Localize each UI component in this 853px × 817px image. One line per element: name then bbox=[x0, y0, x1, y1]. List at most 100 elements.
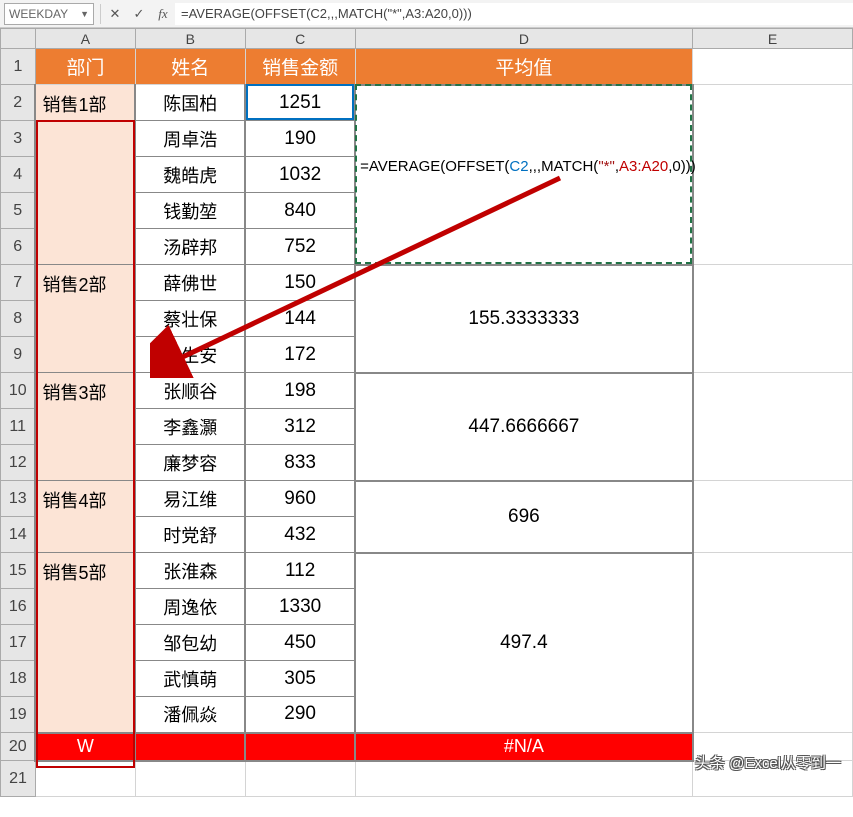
cell-E13[interactable] bbox=[693, 481, 853, 553]
cell-D7[interactable]: 155.3333333 bbox=[355, 265, 693, 373]
col-header-C[interactable]: C bbox=[245, 29, 355, 49]
cell-C2[interactable]: 1251 bbox=[245, 85, 355, 121]
cell-A8[interactable] bbox=[35, 301, 135, 337]
cell-E1[interactable] bbox=[693, 49, 853, 85]
cell-A3[interactable] bbox=[35, 121, 135, 157]
col-header-E[interactable]: E bbox=[693, 29, 853, 49]
cell-B1[interactable]: 姓名 bbox=[135, 49, 245, 85]
cell-B21[interactable] bbox=[135, 761, 245, 797]
cell-C7[interactable]: 150 bbox=[245, 265, 355, 301]
cell-E7[interactable] bbox=[693, 265, 853, 373]
cell-C6[interactable]: 752 bbox=[245, 229, 355, 265]
cell-C3[interactable]: 190 bbox=[245, 121, 355, 157]
cell-A7[interactable]: 销售2部 bbox=[35, 265, 135, 301]
row-header-7[interactable]: 7 bbox=[1, 265, 36, 301]
cell-A5[interactable] bbox=[35, 193, 135, 229]
select-all-corner[interactable] bbox=[1, 29, 36, 49]
row-header-13[interactable]: 13 bbox=[1, 481, 36, 517]
cell-A2[interactable]: 销售1部 bbox=[35, 85, 135, 121]
cell-A12[interactable] bbox=[35, 445, 135, 481]
cell-B17[interactable]: 邹包幼 bbox=[135, 625, 245, 661]
cell-A1[interactable]: 部门 bbox=[35, 49, 135, 85]
row-header-18[interactable]: 18 bbox=[1, 661, 36, 697]
cell-B11[interactable]: 李鑫灝 bbox=[135, 409, 245, 445]
cell-B13[interactable]: 易江维 bbox=[135, 481, 245, 517]
cell-B3[interactable]: 周卓浩 bbox=[135, 121, 245, 157]
cell-D15[interactable]: 497.4 bbox=[355, 553, 693, 733]
row-header-14[interactable]: 14 bbox=[1, 517, 36, 553]
cell-D20[interactable]: #N/A bbox=[355, 733, 693, 761]
col-header-A[interactable]: A bbox=[35, 29, 135, 49]
cell-C10[interactable]: 198 bbox=[245, 373, 355, 409]
cell-A18[interactable] bbox=[35, 661, 135, 697]
row-header-21[interactable]: 21 bbox=[1, 761, 36, 797]
cell-A17[interactable] bbox=[35, 625, 135, 661]
cell-B8[interactable]: 蔡壮保 bbox=[135, 301, 245, 337]
cell-A15[interactable]: 销售5部 bbox=[35, 553, 135, 589]
cell-D2[interactable]: =AVERAGE(OFFSET(C2,,,MATCH("*",A3:A20,0)… bbox=[355, 85, 693, 265]
cell-B4[interactable]: 魏皓虎 bbox=[135, 157, 245, 193]
cell-A19[interactable] bbox=[35, 697, 135, 733]
cell-B5[interactable]: 钱勤堃 bbox=[135, 193, 245, 229]
row-header-6[interactable]: 6 bbox=[1, 229, 36, 265]
cell-C19[interactable]: 290 bbox=[245, 697, 355, 733]
cell-C20[interactable] bbox=[245, 733, 355, 761]
cell-B19[interactable]: 潘佩焱 bbox=[135, 697, 245, 733]
cell-C1[interactable]: 销售金额 bbox=[245, 49, 355, 85]
formula-input[interactable]: =AVERAGE(OFFSET(C2,,,MATCH("*",A3:A20,0)… bbox=[175, 3, 853, 25]
row-header-5[interactable]: 5 bbox=[1, 193, 36, 229]
cell-E2[interactable] bbox=[693, 85, 853, 265]
cell-A10[interactable]: 销售3部 bbox=[35, 373, 135, 409]
cell-C5[interactable]: 840 bbox=[245, 193, 355, 229]
row-header-10[interactable]: 10 bbox=[1, 373, 36, 409]
row-header-9[interactable]: 9 bbox=[1, 337, 36, 373]
fx-button[interactable]: fx bbox=[151, 3, 175, 25]
cell-B7[interactable]: 薛佛世 bbox=[135, 265, 245, 301]
row-header-15[interactable]: 15 bbox=[1, 553, 36, 589]
cell-C4[interactable]: 1032 bbox=[245, 157, 355, 193]
row-header-20[interactable]: 20 bbox=[1, 733, 36, 761]
cell-B10[interactable]: 张顺谷 bbox=[135, 373, 245, 409]
row-header-8[interactable]: 8 bbox=[1, 301, 36, 337]
confirm-button[interactable]: ✓ bbox=[127, 3, 151, 25]
cell-D1[interactable]: 平均值 bbox=[355, 49, 693, 85]
name-box[interactable]: WEEKDAY ▼ bbox=[4, 3, 94, 25]
cell-B20[interactable] bbox=[135, 733, 245, 761]
cell-B16[interactable]: 周逸依 bbox=[135, 589, 245, 625]
row-header-1[interactable]: 1 bbox=[1, 49, 36, 85]
dropdown-icon[interactable]: ▼ bbox=[80, 9, 89, 19]
cell-C9[interactable]: 172 bbox=[245, 337, 355, 373]
col-header-B[interactable]: B bbox=[135, 29, 245, 49]
cell-B12[interactable]: 廉梦容 bbox=[135, 445, 245, 481]
cell-C15[interactable]: 112 bbox=[245, 553, 355, 589]
row-header-12[interactable]: 12 bbox=[1, 445, 36, 481]
row-header-19[interactable]: 19 bbox=[1, 697, 36, 733]
cell-B14[interactable]: 时党舒 bbox=[135, 517, 245, 553]
cell-C8[interactable]: 144 bbox=[245, 301, 355, 337]
cell-A20[interactable]: W bbox=[35, 733, 135, 761]
cell-E10[interactable] bbox=[693, 373, 853, 481]
cell-C12[interactable]: 833 bbox=[245, 445, 355, 481]
cell-B2[interactable]: 陈国柏 bbox=[135, 85, 245, 121]
cell-A9[interactable] bbox=[35, 337, 135, 373]
row-header-3[interactable]: 3 bbox=[1, 121, 36, 157]
cell-A11[interactable] bbox=[35, 409, 135, 445]
cell-D10[interactable]: 447.6666667 bbox=[355, 373, 693, 481]
cancel-button[interactable]: ✕ bbox=[103, 3, 127, 25]
cell-D13[interactable]: 696 bbox=[355, 481, 693, 553]
col-header-D[interactable]: D bbox=[355, 29, 693, 49]
row-header-11[interactable]: 11 bbox=[1, 409, 36, 445]
cell-A4[interactable] bbox=[35, 157, 135, 193]
cell-C13[interactable]: 960 bbox=[245, 481, 355, 517]
row-header-2[interactable]: 2 bbox=[1, 85, 36, 121]
cell-C11[interactable]: 312 bbox=[245, 409, 355, 445]
cell-C14[interactable]: 432 bbox=[245, 517, 355, 553]
cell-C17[interactable]: 450 bbox=[245, 625, 355, 661]
cell-A14[interactable] bbox=[35, 517, 135, 553]
cell-E15[interactable] bbox=[693, 553, 853, 733]
cell-C21[interactable] bbox=[245, 761, 355, 797]
cell-B15[interactable]: 张淮森 bbox=[135, 553, 245, 589]
cell-A21[interactable] bbox=[35, 761, 135, 797]
cell-B9[interactable]: 王生安 bbox=[135, 337, 245, 373]
row-header-17[interactable]: 17 bbox=[1, 625, 36, 661]
